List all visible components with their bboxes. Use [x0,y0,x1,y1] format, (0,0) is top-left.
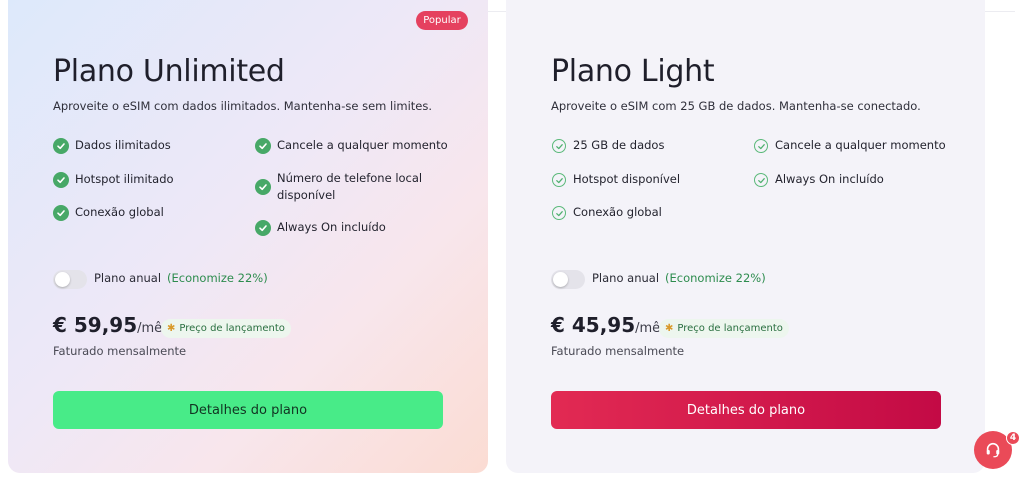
feature-label: Conexão global [75,205,164,219]
annual-label: Plano anual [94,271,162,285]
check-icon [552,173,566,187]
feature-item: Cancele a qualquer momento [255,137,448,154]
feature-label: Always On incluído [277,220,386,234]
price-amount: € 59,95 [53,313,138,337]
plan-title: Plano Unlimited [53,54,285,89]
feature-item: Número de telefone local disponível [255,170,425,204]
plan-description: Aproveite o eSIM com 25 GB de dados. Man… [551,99,921,113]
plan-description: Aproveite o eSIM com dados ilimitados. M… [53,99,433,113]
feature-item: Hotspot disponível [551,171,680,188]
check-icon [552,206,566,220]
headset-icon [986,442,1000,458]
plan-details-button[interactable]: Detalhes do plano [53,391,443,429]
billing-note: Faturado mensalmente [551,344,685,358]
price: € 59,95/mês [53,313,169,337]
check-icon [255,179,271,195]
feature-label: 25 GB de dados [573,138,665,152]
check-icon [255,220,271,236]
plan-title: Plano Light [551,54,715,89]
feature-item: Dados ilimitados [53,137,171,154]
plan-details-button[interactable]: Detalhes do plano [551,391,941,429]
annual-toggle[interactable] [53,270,87,289]
check-icon [53,205,69,221]
feature-label: Número de telefone local disponível [277,171,423,202]
check-icon [754,139,768,153]
feature-label: Always On incluído [775,172,884,186]
party-popper-icon: ✱ [167,323,176,334]
annual-option: Plano anual (Economize 22%) [592,271,766,285]
check-icon [754,173,768,187]
annual-savings: (Economize 22%) [665,271,766,285]
check-icon [53,138,69,154]
launch-price-pill: ✱ Preço de lançamento [659,319,789,338]
feature-item: Always On incluído [753,171,884,188]
feature-label: Hotspot disponível [573,172,681,186]
launch-price-pill: ✱ Preço de lançamento [161,319,291,338]
feature-item: 25 GB de dados [551,137,664,154]
feature-item: Hotspot ilimitado [53,171,174,188]
check-icon [53,172,69,188]
unread-count-badge: 4 [1006,431,1020,445]
price-amount: € 45,95 [551,313,636,337]
billing-note: Faturado mensalmente [53,344,187,358]
toggle-knob [553,272,568,287]
annual-label: Plano anual [592,271,660,285]
feature-label: Dados ilimitados [75,138,171,152]
check-icon [552,139,566,153]
launch-price-label: Preço de lançamento [179,323,285,334]
check-icon [255,138,271,154]
popular-badge: Popular [416,11,468,30]
feature-item: Always On incluído [255,219,386,236]
feature-label: Conexão global [573,205,662,219]
feature-item: Cancele a qualquer momento [753,137,946,154]
feature-item: Conexão global [53,204,164,221]
toggle-knob [55,272,70,287]
launch-price-label: Preço de lançamento [677,323,783,334]
feature-label: Cancele a qualquer momento [277,138,448,152]
annual-savings: (Economize 22%) [167,271,268,285]
price: € 45,95/mês [551,313,667,337]
feature-label: Hotspot ilimitado [75,172,174,186]
annual-toggle[interactable] [551,270,585,289]
party-popper-icon: ✱ [665,323,674,334]
feature-item: Conexão global [551,204,662,221]
annual-option: Plano anual (Economize 22%) [94,271,268,285]
feature-label: Cancele a qualquer momento [775,138,946,152]
